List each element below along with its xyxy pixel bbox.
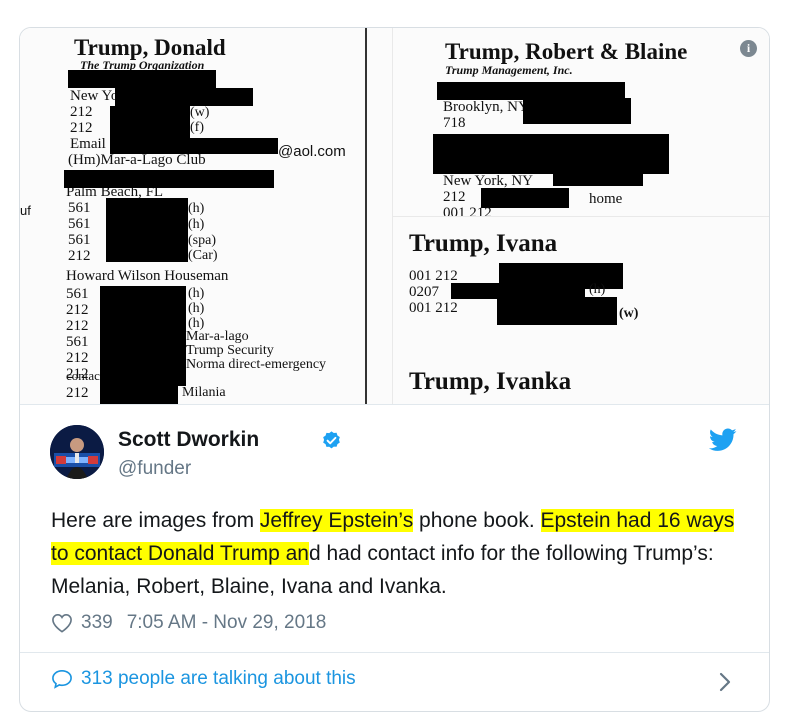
info-icon[interactable]: i xyxy=(740,40,757,57)
phonebook-image-robert-blaine[interactable]: Trump, Robert & Blaine Trump Management,… xyxy=(393,28,769,217)
redaction-bar xyxy=(100,286,186,386)
scan-line: 212 xyxy=(68,248,91,264)
redaction-bar xyxy=(106,198,188,262)
scan-line: New York, NY xyxy=(443,173,534,189)
scan-tag: (f) xyxy=(190,120,204,135)
phonebook-image-donald[interactable]: Trump, Donald The Trump Organization uf … xyxy=(20,28,393,404)
scan-line: 001 212 xyxy=(409,268,458,284)
scan-line: contact xyxy=(66,368,104,383)
scan-line: 561 xyxy=(66,286,89,302)
scan-margin-text: uf xyxy=(20,203,31,218)
scan-tag: (h) xyxy=(188,201,205,216)
scan-tag: (Car) xyxy=(188,248,218,263)
scan-line: Howard Wilson Houseman xyxy=(66,268,229,284)
scan-name-ivana: Trump, Ivana xyxy=(409,230,558,257)
tweet-meta: 339 7:05 AM - Nov 29, 2018 xyxy=(51,611,326,635)
author-handle[interactable]: @funder xyxy=(118,458,191,480)
like-count[interactable]: 339 xyxy=(81,612,113,634)
scan-line: (Hm)Mar-a-Lago Club xyxy=(68,152,206,168)
scan-line: 212 xyxy=(443,189,466,205)
scan-tag: (w) xyxy=(619,306,639,321)
scan-line: 0207 xyxy=(409,284,439,300)
scan-line: 561 xyxy=(68,216,91,232)
twitter-bird-icon[interactable] xyxy=(708,428,737,457)
conversation-count-text[interactable]: 313 people are talking about this xyxy=(81,668,356,690)
speech-bubble-icon xyxy=(51,669,73,689)
scan-tag: Milania xyxy=(182,385,226,400)
redaction-bar xyxy=(110,138,278,154)
scan-line: 001 212 xyxy=(409,300,458,316)
highlighted-text: Jeffrey Epstein’s xyxy=(259,509,414,532)
scan-tag: (w) xyxy=(190,105,210,120)
redaction-bar xyxy=(553,170,643,186)
heart-icon[interactable] xyxy=(51,613,73,633)
scan-line: 001 212 xyxy=(443,205,492,217)
redaction-bar xyxy=(100,380,178,404)
tweet-text-segment: Here are images from xyxy=(51,509,260,532)
scan-name-robert-blaine: Trump, Robert & Blaine xyxy=(445,39,688,64)
chevron-right-icon[interactable] xyxy=(718,671,732,698)
redaction-bar xyxy=(68,70,216,88)
author-name[interactable]: Scott Dworkin xyxy=(118,428,259,452)
scan-line: 561 xyxy=(68,200,91,216)
scan-line: Brooklyn, NY xyxy=(443,99,529,115)
divider xyxy=(20,652,769,653)
scan-line: 561 xyxy=(68,232,91,248)
embedded-tweet-card: Trump, Donald The Trump Organization uf … xyxy=(19,27,770,712)
scan-tag: (h) xyxy=(188,301,205,316)
tweet-text-segment: phone book. xyxy=(413,509,541,532)
scan-line: 212 xyxy=(70,104,93,120)
scan-tag: (h) xyxy=(589,282,606,297)
scan-tag: Norma direct-emergency xyxy=(186,357,327,372)
scan-name-ivanka: Trump, Ivanka xyxy=(409,368,572,395)
scan-tag: (h) xyxy=(188,286,205,301)
redaction-bar xyxy=(115,88,253,106)
tweet-timestamp[interactable]: 7:05 AM - Nov 29, 2018 xyxy=(127,612,327,634)
redaction-bar xyxy=(481,188,569,208)
redaction-bar xyxy=(523,98,631,124)
verified-badge-icon xyxy=(321,430,342,456)
scan-tag: (h) xyxy=(188,217,205,232)
phonebook-image-ivana-ivanka[interactable]: Trump, Ivana 001 212 0207 001 212 (h) (w… xyxy=(393,217,769,404)
scan-line: 561 xyxy=(66,334,89,350)
avatar[interactable] xyxy=(50,425,104,479)
tweet-media-grid[interactable]: Trump, Donald The Trump Organization uf … xyxy=(20,28,769,405)
scan-line: 212 xyxy=(66,318,89,334)
scan-tag: @aol.com xyxy=(278,143,346,160)
conversation-link[interactable]: 313 people are talking about this xyxy=(51,668,356,690)
redaction-bar xyxy=(433,134,669,174)
redaction-bar xyxy=(64,170,274,188)
redaction-bar xyxy=(497,297,617,325)
page-edge-line xyxy=(365,28,367,404)
scan-org-robert: Trump Management, Inc. xyxy=(445,63,573,77)
scan-line: 212 xyxy=(66,302,89,318)
scan-line: 718 xyxy=(443,115,466,131)
scan-line: 212 xyxy=(70,120,93,136)
redaction-bar xyxy=(110,106,190,140)
scan-line: Email xyxy=(70,136,106,152)
scan-tag: home xyxy=(589,191,623,207)
scan-tag: Mar-a-lago xyxy=(186,329,249,344)
tweet-text: Here are images from Jeffrey Epstein’s p… xyxy=(51,504,751,603)
scan-tag: Trump Security xyxy=(186,343,274,358)
scan-line: 212 xyxy=(66,350,89,366)
scan-line: 212 xyxy=(66,385,89,401)
scan-name-donald: Trump, Donald xyxy=(74,35,226,60)
scan-tag: (spa) xyxy=(188,233,216,248)
